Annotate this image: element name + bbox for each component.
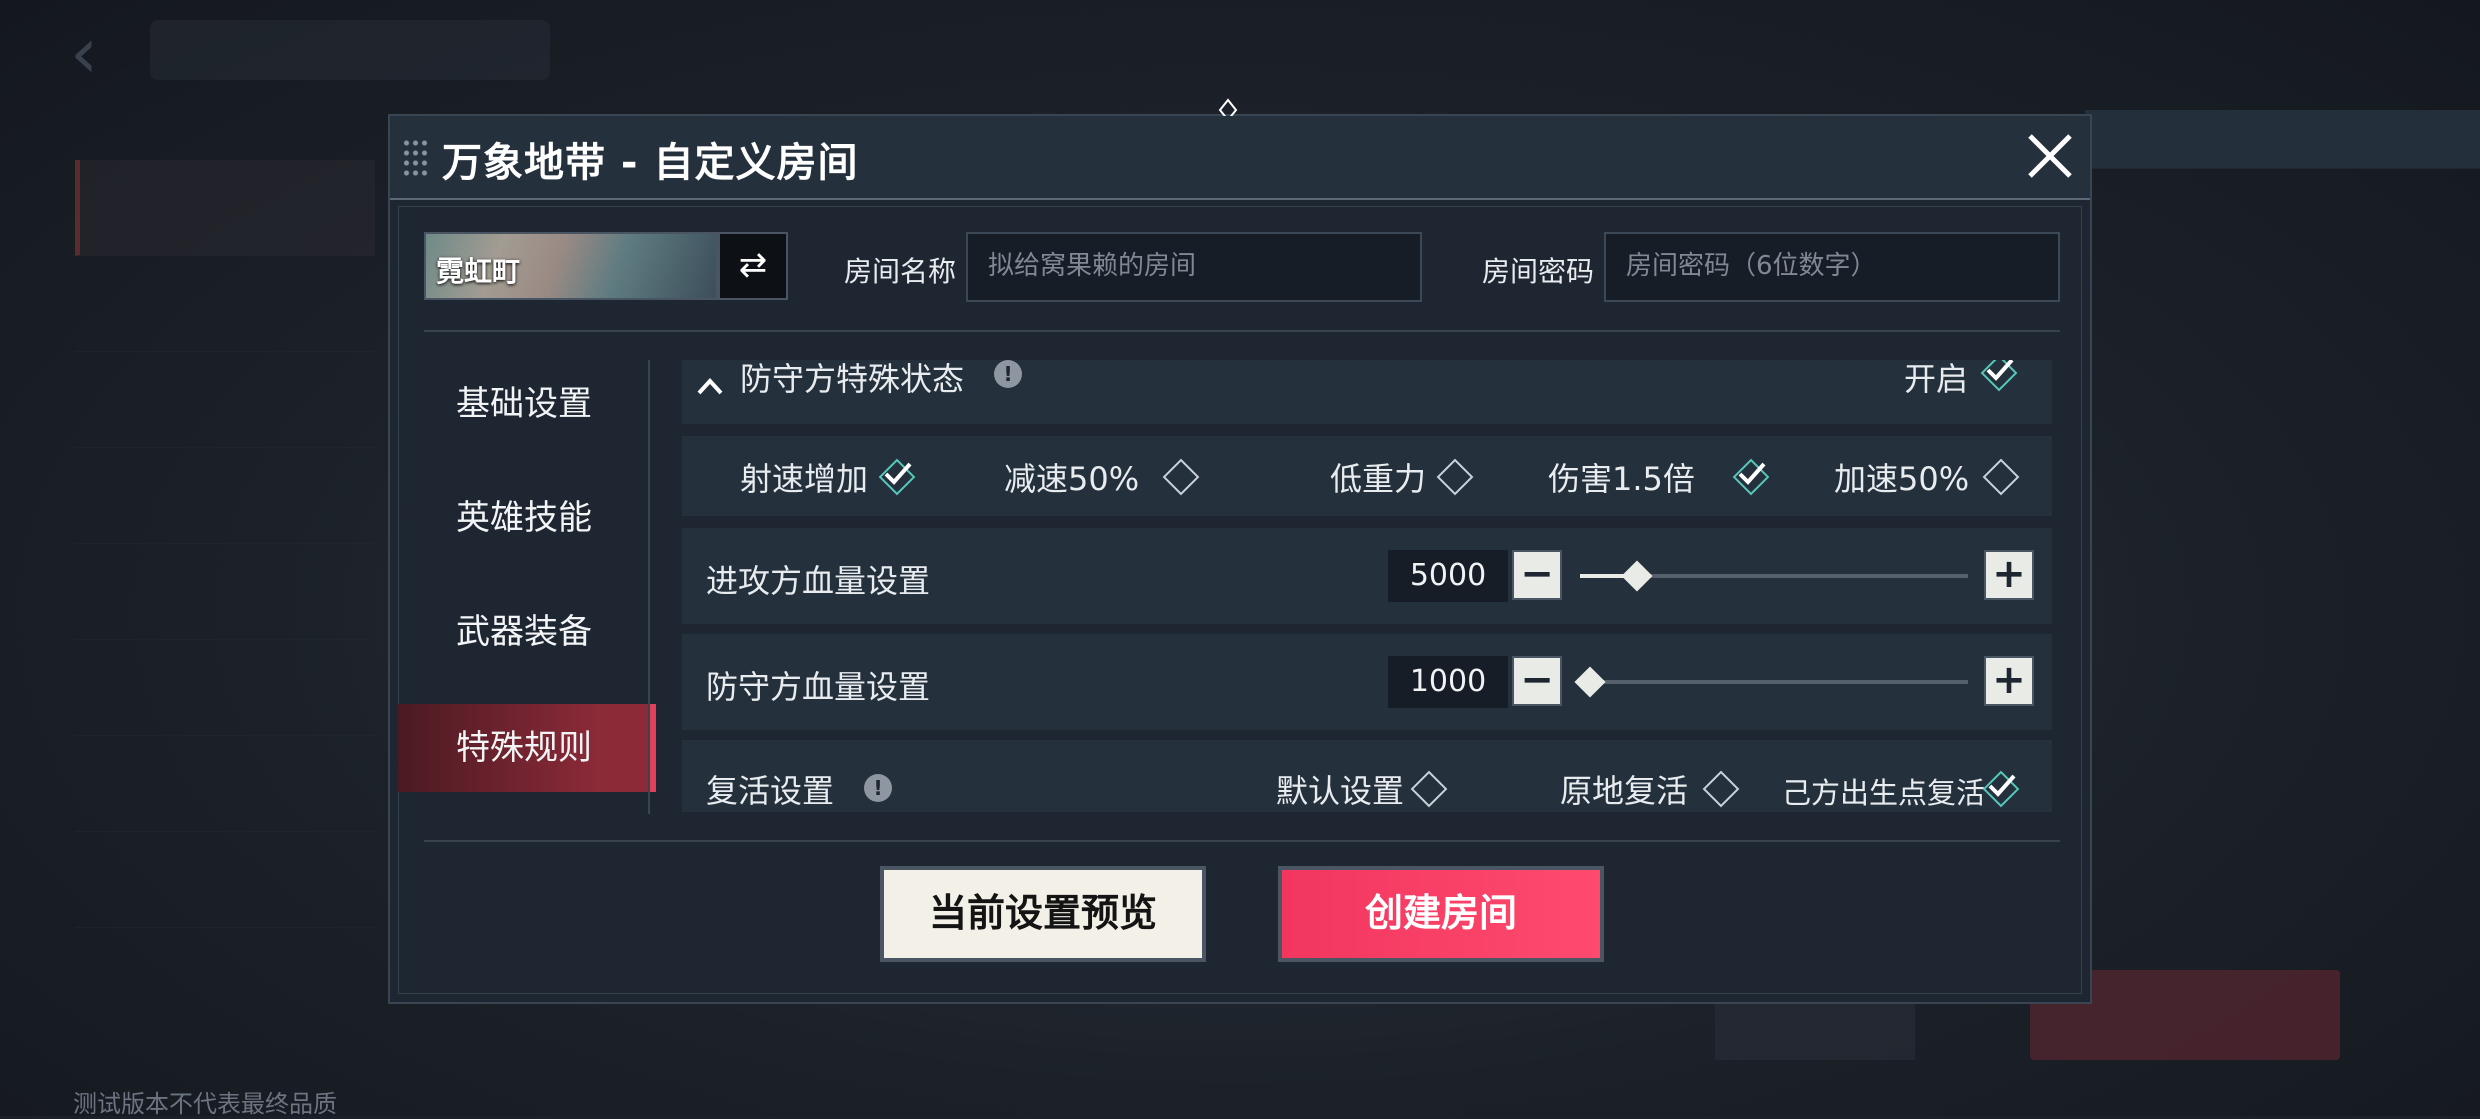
check-icon (1738, 462, 1766, 485)
check-icon (884, 462, 912, 485)
map-thumbnail[interactable]: 霓虹町 (424, 232, 718, 300)
background-title-bar (150, 20, 550, 80)
revive-row: 复活设置 ! 默认设置 原地复活 己方出生点复活 (682, 740, 2052, 812)
option-slow[interactable]: 减速50% (1004, 454, 1139, 500)
option-fire-rate[interactable]: 射速增加 (740, 454, 868, 500)
attacker-hp-minus-button[interactable]: − (1512, 550, 1562, 600)
room-password-label: 房间密码 (1482, 255, 1595, 288)
attacker-hp-plus-button[interactable]: + (1984, 550, 2034, 600)
check-icon (1986, 360, 2014, 381)
option-speed-checkbox[interactable] (1982, 458, 2020, 496)
background-info-panel (2085, 110, 2480, 810)
chevron-up-icon[interactable] (696, 376, 724, 396)
swap-map-button[interactable]: ⇄ (718, 232, 788, 300)
room-name-label: 房间名称 (844, 255, 957, 288)
info-icon[interactable]: ! (994, 360, 1022, 388)
revive-default-checkbox[interactable] (1410, 770, 1448, 808)
preview-settings-button[interactable]: 当前设置预览 (880, 866, 1206, 962)
defender-hp-value[interactable]: 1000 (1388, 656, 1508, 708)
map-name: 霓虹町 (436, 255, 521, 288)
background-room-list (75, 160, 375, 928)
nav-divider (648, 360, 650, 814)
defender-status-title: 防守方特殊状态 (740, 360, 965, 398)
defender-hp-minus-button[interactable]: − (1512, 656, 1562, 706)
attacker-hp-label: 进攻方血量设置 (706, 562, 931, 600)
revive-in-place-checkbox[interactable] (1702, 770, 1740, 808)
defender-status-options: 射速增加 减速50% 低重力 伤害1.5倍 加速50% (682, 436, 2052, 516)
enable-label: 开启 (1904, 360, 1969, 398)
back-arrow-icon: ‹ (70, 12, 98, 94)
option-low-gravity[interactable]: 低重力 (1330, 454, 1426, 500)
nav-item-special-rules[interactable]: 特殊规则 (398, 704, 656, 792)
attacker-hp-slider-knob[interactable] (1620, 560, 1653, 592)
dialog-title: 万象地带 - 自定义房间 (442, 140, 859, 186)
attacker-hp-value[interactable]: 5000 (1388, 550, 1508, 602)
room-name-input[interactable]: 拟给窝果赖的房间 (966, 232, 1422, 302)
revive-default[interactable]: 默认设置 (1276, 766, 1404, 812)
grip-icon[interactable] (402, 138, 428, 178)
defender-hp-slider-track[interactable] (1580, 680, 1968, 684)
revive-in-place[interactable]: 原地复活 (1560, 766, 1688, 812)
defender-hp-plus-button[interactable]: + (1984, 656, 2034, 706)
create-room-button[interactable]: 创建房间 (1278, 866, 1604, 962)
room-password-input[interactable]: 房间密码（6位数字） (1604, 232, 2060, 302)
custom-room-dialog: 万象地带 - 自定义房间 霓虹町 ⇄ 房间名称 拟给窝果赖的房间 房间密码 房间… (388, 98, 2092, 1004)
attacker-hp-slider-fill (1580, 574, 1627, 578)
option-slow-checkbox[interactable] (1162, 458, 1200, 496)
check-icon (1988, 774, 2016, 797)
nav-item-basic[interactable]: 基础设置 (398, 360, 650, 448)
revive-label: 复活设置 (706, 772, 835, 810)
nav-item-hero-skills[interactable]: 英雄技能 (398, 474, 650, 562)
option-damage[interactable]: 伤害1.5倍 (1548, 454, 1695, 500)
footer-note: 测试版本不代表最终品质 (73, 1090, 337, 1118)
divider-bottom (424, 840, 2060, 842)
dialog-header: 万象地带 - 自定义房间 (390, 116, 2090, 200)
option-speed[interactable]: 加速50% (1834, 454, 1969, 500)
close-icon[interactable] (2024, 130, 2076, 182)
defender-status-header[interactable]: 防守方特殊状态 ! 开启 (682, 360, 2052, 424)
attacker-hp-row: 进攻方血量设置 5000 − + (682, 528, 2052, 624)
defender-hp-label: 防守方血量设置 (706, 668, 931, 706)
defender-hp-row: 防守方血量设置 1000 − + (682, 634, 2052, 730)
info-icon[interactable]: ! (864, 774, 892, 802)
special-rules-panel: 防守方特殊状态 ! 开启 射速增加 减速50% 低重力 伤害1.5倍 加速50%… (682, 360, 2052, 812)
nav-item-weapons[interactable]: 武器装备 (398, 588, 650, 676)
divider-top (424, 330, 2060, 332)
background-button (1715, 1000, 1915, 1060)
option-low-gravity-checkbox[interactable] (1436, 458, 1474, 496)
defender-hp-slider-knob[interactable] (1574, 666, 1606, 698)
revive-spawn[interactable]: 己方出生点复活 (1782, 770, 1985, 812)
